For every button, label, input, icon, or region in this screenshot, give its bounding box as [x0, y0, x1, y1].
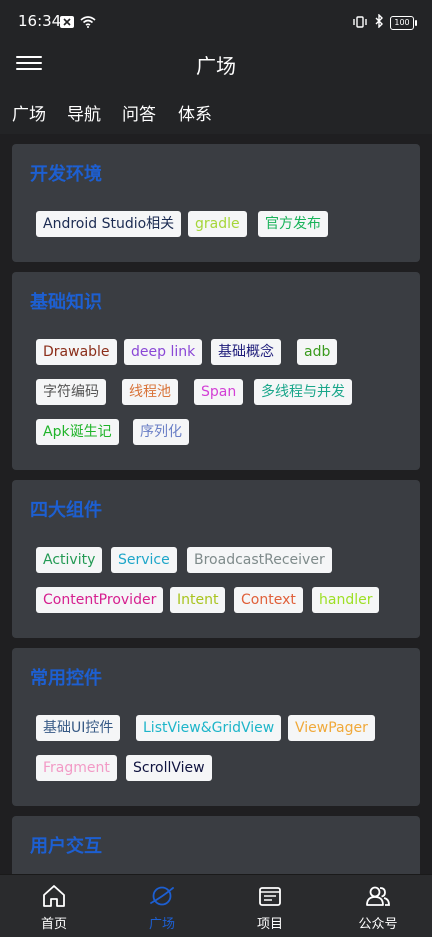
bluetooth-icon	[374, 13, 384, 32]
category-title: 开发环境	[30, 164, 102, 185]
tab-qa[interactable]: 问答	[122, 100, 156, 125]
tag-chip[interactable]: Context	[234, 587, 303, 613]
bottom-navigation: 首页 广场 项目 公众号	[0, 874, 432, 937]
category-card-components[interactable]: 四大组件 Activity Service BroadcastReceiver …	[12, 480, 420, 638]
category-card-interaction[interactable]: 用户交互	[12, 816, 420, 874]
nav-label: 广场	[148, 917, 175, 932]
wifi-icon	[80, 13, 96, 32]
project-icon	[259, 887, 281, 906]
tag-chip[interactable]: Fragment	[36, 755, 117, 781]
tag-chip[interactable]: handler	[312, 587, 380, 613]
battery-icon: 100	[390, 15, 417, 30]
tag-chip[interactable]: gradle	[188, 211, 247, 237]
tag-chip[interactable]: 基础UI控件	[36, 715, 121, 741]
category-title: 常用控件	[30, 668, 102, 689]
tag-chip[interactable]: adb	[297, 339, 338, 365]
home-icon	[43, 885, 65, 907]
tag-chip[interactable]: Apk诞生记	[36, 419, 119, 445]
status-time: 16:34	[18, 12, 62, 30]
tag-chip[interactable]: 基础概念	[211, 339, 281, 365]
tag-chip[interactable]: Span	[194, 379, 244, 405]
tab-system[interactable]: 体系	[177, 100, 213, 137]
tag-chip[interactable]: ScrollView	[126, 755, 212, 781]
tag-chip[interactable]: ListView&GridView	[136, 715, 282, 741]
tag-chip[interactable]: Service	[111, 547, 177, 573]
tag-chip[interactable]: BroadcastReceiver	[187, 547, 332, 573]
tag-chip[interactable]: 官方发布	[258, 211, 328, 237]
tag-chip[interactable]: ContentProvider	[36, 587, 164, 613]
tag-chip[interactable]: Android Studio相关	[36, 211, 182, 237]
category-card-controls[interactable]: 常用控件 基础UI控件 ListView&GridView ViewPager …	[12, 648, 420, 806]
category-title: 四大组件	[30, 500, 102, 521]
nav-label: 公众号	[358, 917, 398, 932]
tab-navigation[interactable]: 导航	[67, 100, 101, 125]
category-title: 基础知识	[30, 292, 102, 313]
tag-chip[interactable]: 线程池	[122, 379, 178, 405]
tag-chip[interactable]: deep link	[124, 339, 203, 365]
category-card-basics[interactable]: 基础知识 Drawable deep link 基础概念 adb 字符编码 线程…	[12, 272, 420, 470]
planet-icon	[150, 886, 174, 906]
nav-home[interactable]: 首页	[0, 875, 108, 937]
tag-chip[interactable]: ViewPager	[288, 715, 375, 741]
nav-official-accounts[interactable]: 公众号	[324, 875, 432, 937]
category-title: 用户交互	[30, 836, 102, 857]
nav-square[interactable]: 广场	[108, 875, 216, 937]
vibrate-icon	[352, 13, 368, 32]
system-list[interactable]: 开发环境 Android Studio相关 gradle 官方发布 基础知识 D…	[0, 134, 432, 874]
tab-square[interactable]: 广场	[12, 100, 46, 125]
tag-chip[interactable]: 序列化	[133, 419, 189, 445]
tag-chip[interactable]: Intent	[170, 587, 226, 613]
tag-chip[interactable]: 字符编码	[36, 379, 106, 405]
tag-chip[interactable]: Drawable	[36, 339, 117, 365]
page-title: 广场	[196, 54, 236, 78]
tag-chip[interactable]: Activity	[36, 547, 103, 573]
nav-project[interactable]: 项目	[216, 875, 324, 937]
category-card-dev-env[interactable]: 开发环境 Android Studio相关 gradle 官方发布	[12, 144, 420, 262]
status-bar: 16:34 100	[0, 0, 432, 42]
nav-label: 项目	[256, 917, 283, 932]
nav-label: 首页	[40, 917, 67, 932]
tab-bar: 广场 导航 问答 体系	[0, 88, 432, 137]
people-icon	[366, 886, 390, 906]
notification-icon	[60, 13, 74, 32]
app-bar: 广场	[0, 42, 432, 88]
tag-chip[interactable]: 多线程与并发	[254, 379, 352, 405]
